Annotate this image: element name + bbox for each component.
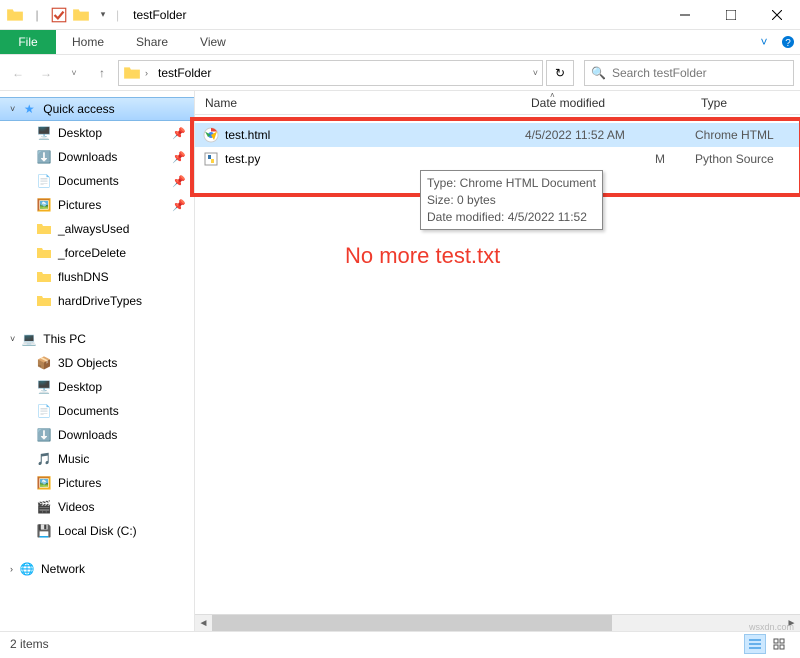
search-placeholder: Search testFolder (612, 66, 707, 80)
address-bar[interactable]: › testFolder ˅ (118, 60, 543, 86)
window-buttons (662, 0, 800, 30)
details-view-button[interactable] (744, 634, 766, 654)
sidebar-item-desktop[interactable]: 🖥️Desktop📌 (0, 121, 194, 145)
maximize-button[interactable] (708, 0, 754, 30)
sidebar-item-music[interactable]: 🎵Music (0, 447, 194, 471)
search-icon: 🔍 (591, 66, 606, 80)
sidebar-item-folder[interactable]: hardDriveTypes (0, 289, 194, 313)
titlebar: | ▾ | testFolder (0, 0, 800, 30)
tooltip: Type: Chrome HTML Document Size: 0 bytes… (420, 170, 603, 230)
sidebar-item-downloads[interactable]: ⬇️Downloads (0, 423, 194, 447)
ribbon-expand-icon[interactable]: ˅ (752, 30, 776, 54)
sidebar-quick-access[interactable]: ˅ ★ Quick access (0, 97, 194, 121)
folder-icon (36, 245, 52, 261)
folder-icon (6, 6, 24, 24)
sep-icon: | (28, 6, 46, 24)
pc-icon: 💻 (21, 331, 37, 347)
chevron-down-icon[interactable]: ˅ (533, 68, 538, 78)
checkbox-icon[interactable] (50, 6, 68, 24)
window-title: testFolder (125, 8, 662, 22)
status-bar: 2 items (0, 631, 800, 655)
status-text: 2 items (10, 637, 49, 651)
videos-icon: 🎬 (36, 499, 52, 515)
icons-view-button[interactable] (768, 634, 790, 654)
qat-dropdown-icon[interactable]: ▾ (94, 6, 112, 24)
column-name[interactable]: Name˄ (195, 91, 521, 114)
main-area: ˅ ★ Quick access 🖥️Desktop📌 ⬇️Downloads📌… (0, 91, 800, 631)
music-icon: 🎵 (36, 451, 52, 467)
sidebar-item-folder[interactable]: flushDNS (0, 265, 194, 289)
scroll-thumb[interactable] (212, 615, 612, 631)
annotation-text: No more test.txt (345, 243, 500, 269)
pin-icon: 📌 (172, 175, 186, 188)
python-icon (203, 151, 219, 167)
breadcrumb[interactable]: testFolder (152, 66, 217, 80)
sidebar-item-disk[interactable]: 💾Local Disk (C:) (0, 519, 194, 543)
search-input[interactable]: 🔍 Search testFolder (584, 60, 794, 86)
recent-dropdown-icon[interactable]: ˅ (62, 61, 86, 85)
folder-icon (36, 293, 52, 309)
column-type[interactable]: Type (691, 91, 800, 114)
sidebar-item-downloads[interactable]: ⬇️Downloads📌 (0, 145, 194, 169)
svg-text:?: ? (785, 38, 791, 49)
3d-icon: 📦 (36, 355, 52, 371)
back-button[interactable]: ← (6, 61, 30, 85)
sidebar: ˅ ★ Quick access 🖥️Desktop📌 ⬇️Downloads📌… (0, 91, 195, 631)
refresh-button[interactable]: ↻ (546, 60, 574, 86)
file-row[interactable]: test.py M Python Source (195, 147, 800, 171)
ribbon: File Home Share View ˅ ? (0, 30, 800, 55)
file-list[interactable]: test.html 4/5/2022 11:52 AM Chrome HTML … (195, 115, 800, 631)
pin-icon: 📌 (172, 151, 186, 164)
chevron-right-icon[interactable]: › (145, 68, 148, 78)
navbar: ← → ˅ ↑ › testFolder ˅ ↻ 🔍 Search testFo… (0, 55, 800, 91)
network-icon: 🌐 (19, 561, 35, 577)
sidebar-this-pc[interactable]: ˅💻This PC (0, 327, 194, 351)
pictures-icon: 🖼️ (36, 197, 52, 213)
documents-icon: 📄 (36, 173, 52, 189)
chrome-icon (203, 127, 219, 143)
downloads-icon: ⬇️ (36, 427, 52, 443)
tab-home[interactable]: Home (56, 30, 120, 54)
minimize-button[interactable] (662, 0, 708, 30)
column-date[interactable]: Date modified (521, 91, 691, 114)
sidebar-item-pictures[interactable]: 🖼️Pictures📌 (0, 193, 194, 217)
pictures-icon: 🖼️ (36, 475, 52, 491)
sidebar-item-pictures[interactable]: 🖼️Pictures (0, 471, 194, 495)
file-row[interactable]: test.html 4/5/2022 11:52 AM Chrome HTML (195, 123, 800, 147)
folder-icon (72, 6, 90, 24)
quick-access-toolbar: | ▾ | (0, 6, 125, 24)
tab-share[interactable]: Share (120, 30, 184, 54)
sidebar-item-folder[interactable]: _forceDelete (0, 241, 194, 265)
desktop-icon: 🖥️ (36, 125, 52, 141)
downloads-icon: ⬇️ (36, 149, 52, 165)
pin-icon: 📌 (172, 199, 186, 212)
file-tab[interactable]: File (0, 30, 56, 54)
forward-button[interactable]: → (34, 61, 58, 85)
sidebar-item-folder[interactable]: _alwaysUsed (0, 217, 194, 241)
close-button[interactable] (754, 0, 800, 30)
sidebar-item-documents[interactable]: 📄Documents📌 (0, 169, 194, 193)
sidebar-item-videos[interactable]: 🎬Videos (0, 495, 194, 519)
column-headers: Name˄ Date modified Type (195, 91, 800, 115)
sidebar-item-desktop[interactable]: 🖥️Desktop (0, 375, 194, 399)
help-icon[interactable]: ? (776, 30, 800, 54)
pin-icon: 📌 (172, 127, 186, 140)
disk-icon: 💾 (36, 523, 52, 539)
folder-icon (123, 64, 141, 82)
content-pane: Name˄ Date modified Type test.html 4/5/2… (195, 91, 800, 631)
watermark: wsxdn.com (749, 622, 794, 632)
star-icon: ★ (21, 101, 37, 117)
folder-icon (36, 221, 52, 237)
sort-indicator-icon: ˄ (550, 91, 555, 100)
tab-view[interactable]: View (184, 30, 242, 54)
documents-icon: 📄 (36, 403, 52, 419)
scroll-left-icon[interactable]: ◄ (195, 615, 212, 632)
sidebar-item-documents[interactable]: 📄Documents (0, 399, 194, 423)
folder-icon (36, 269, 52, 285)
horizontal-scrollbar[interactable]: ◄ ► (195, 614, 800, 631)
up-button[interactable]: ↑ (90, 61, 114, 85)
sidebar-network[interactable]: ›🌐Network (0, 557, 194, 581)
sidebar-item-3d[interactable]: 📦3D Objects (0, 351, 194, 375)
desktop-icon: 🖥️ (36, 379, 52, 395)
